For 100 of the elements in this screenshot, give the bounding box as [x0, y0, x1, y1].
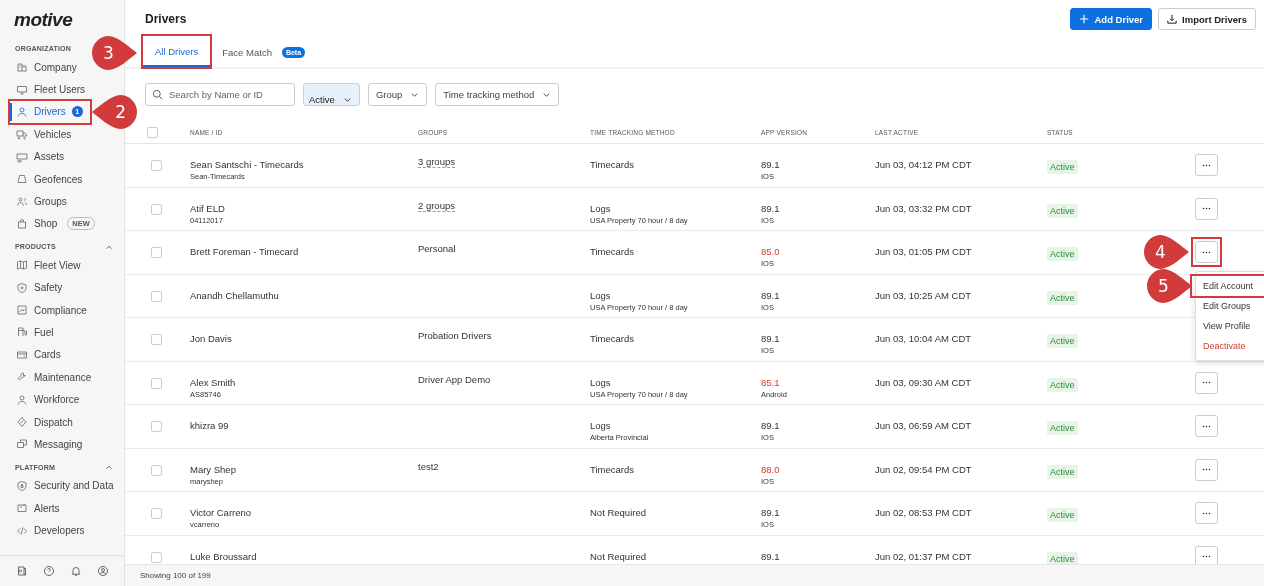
tracking-method: Timecards [590, 463, 634, 475]
more-button[interactable] [1195, 458, 1218, 481]
menu-item[interactable]: View Profile [1196, 316, 1264, 336]
row-checkbox[interactable] [151, 421, 162, 432]
last-active: Jun 02, 09:54 PM CDT [875, 463, 972, 475]
nav-item[interactable]: Security and Data [0, 474, 114, 498]
last-active: Jun 03, 01:05 PM CDT [875, 246, 972, 257]
driver-name[interactable]: Atif ELD [190, 202, 225, 214]
nav-item[interactable]: Workforce [0, 388, 80, 411]
last-active: Jun 02, 01:37 PM CDT [875, 550, 972, 562]
result-count: Showing 100 of 199 [140, 571, 211, 580]
row-checkbox[interactable] [151, 203, 162, 215]
lock-shield-icon [16, 479, 28, 492]
row-checkbox[interactable] [151, 290, 162, 302]
menu-item[interactable]: Edit Groups [1196, 296, 1264, 316]
driver-name[interactable]: Sean Santschi - Timecards [190, 159, 304, 170]
driver-name[interactable]: khizra 99 [190, 420, 229, 431]
more-button[interactable] [1195, 154, 1218, 176]
caret-icon [342, 95, 352, 104]
callout-number: 5 [1158, 276, 1169, 296]
tracking-method: Timecards [590, 333, 634, 344]
nav-item[interactable]: Fuel [0, 321, 80, 344]
tab[interactable]: Face Match [218, 38, 276, 67]
status-badge: Active [1047, 334, 1078, 348]
nav-item[interactable]: Messaging [0, 433, 83, 456]
callout-marker [1146, 268, 1192, 304]
row-checkbox[interactable] [151, 247, 162, 258]
last-active: Jun 03, 10:25 AM CDT [875, 289, 972, 301]
nav-item[interactable]: Compliance [0, 298, 87, 322]
tab[interactable]: All Drivers [141, 34, 213, 69]
bag-icon [16, 217, 28, 230]
nav-item[interactable]: Groups [0, 190, 80, 213]
row-checkbox[interactable] [151, 508, 162, 519]
nav-item[interactable]: Geofences [0, 167, 83, 191]
driver-name[interactable]: Alex Smith [190, 376, 236, 388]
callout-number: 4 [1155, 242, 1166, 262]
nav-item[interactable]: Company [0, 56, 80, 79]
nav-item[interactable]: Developers [0, 519, 85, 542]
driver-name[interactable]: Luke Broussard [190, 550, 257, 562]
more-button[interactable] [1195, 545, 1218, 564]
driver-name[interactable]: Anandh Chellamuthu [190, 289, 279, 301]
filter-dropdown[interactable]: Active [303, 83, 360, 106]
row-checkbox[interactable] [151, 377, 162, 389]
driver-name[interactable]: Victor Carreno [190, 507, 252, 518]
nav-item[interactable]: Vehicles [0, 123, 80, 146]
import-drivers-button[interactable]: Import Drivers [1158, 8, 1256, 30]
driver-name[interactable]: Jon Davis [190, 333, 232, 344]
app-version: 89.1 [761, 333, 780, 344]
menu-item[interactable]: Edit Account [1192, 276, 1264, 296]
groups-text: Probation Drivers [418, 330, 492, 341]
more-icon [1202, 163, 1211, 167]
groups-text[interactable]: 2 groups [418, 199, 455, 212]
groups-text: Personal [418, 243, 456, 254]
help-icon[interactable] [42, 565, 55, 577]
more-button[interactable] [1195, 502, 1218, 524]
nav-item[interactable]: Safety [0, 276, 80, 299]
person-icon [16, 105, 28, 118]
select-all-checkbox[interactable] [147, 126, 158, 138]
row-checkbox[interactable] [151, 334, 162, 345]
filter-dropdown[interactable]: Group [367, 83, 428, 106]
more-icon [1202, 555, 1211, 558]
tracking-method: Not Required [590, 550, 646, 562]
add-driver-button[interactable]: Add Driver [1070, 8, 1153, 30]
tracking-method: Timecards [590, 246, 634, 257]
app-version: 89.1 [761, 507, 780, 518]
more-button[interactable] [1195, 371, 1218, 394]
driver-name[interactable]: Mary Shep [190, 463, 236, 475]
app-version: 89.1 [761, 550, 780, 562]
nav-item[interactable]: Dispatch [0, 410, 80, 434]
fuel-pump-icon [16, 326, 28, 339]
groups-text: test2 [418, 460, 439, 472]
search-field[interactable]: Search by Name or ID [145, 83, 295, 106]
driver-name[interactable]: Brett Foreman - Timecard [190, 246, 299, 257]
callout-number: 3 [103, 42, 114, 63]
status-badge: Active [1047, 160, 1078, 174]
bell-icon[interactable] [69, 565, 82, 577]
alert-box-icon [16, 502, 28, 515]
nav-item[interactable]: Fleet View [0, 254, 81, 277]
book-icon[interactable] [15, 565, 28, 577]
more-icon [1202, 468, 1211, 471]
row-checkbox[interactable] [151, 464, 162, 476]
row-checkbox[interactable] [151, 551, 162, 563]
nav-item[interactable]: Fleet Users [0, 78, 86, 101]
app-version: 89.1 [761, 289, 780, 301]
filter-dropdown[interactable]: Time tracking method [435, 83, 560, 106]
nav-item[interactable]: Cards [0, 343, 80, 367]
nav-item[interactable]: Alerts [0, 497, 80, 520]
groups-text[interactable]: 3 groups [418, 156, 455, 168]
row-checkbox[interactable] [151, 160, 162, 171]
more-button[interactable] [1195, 415, 1218, 437]
more-button[interactable] [1195, 197, 1218, 220]
nav-item[interactable]: Assets [0, 145, 80, 168]
person-icon [16, 393, 28, 406]
nav-item[interactable]: Maintenance [0, 366, 92, 389]
tracking-method: Logs [590, 289, 611, 301]
logo[interactable]: motive [0, 0, 73, 37]
trailer-icon [16, 150, 28, 163]
profile-icon[interactable] [96, 565, 109, 577]
menu-item[interactable]: Deactivate [1196, 336, 1264, 356]
status-badge: Active [1047, 508, 1078, 522]
